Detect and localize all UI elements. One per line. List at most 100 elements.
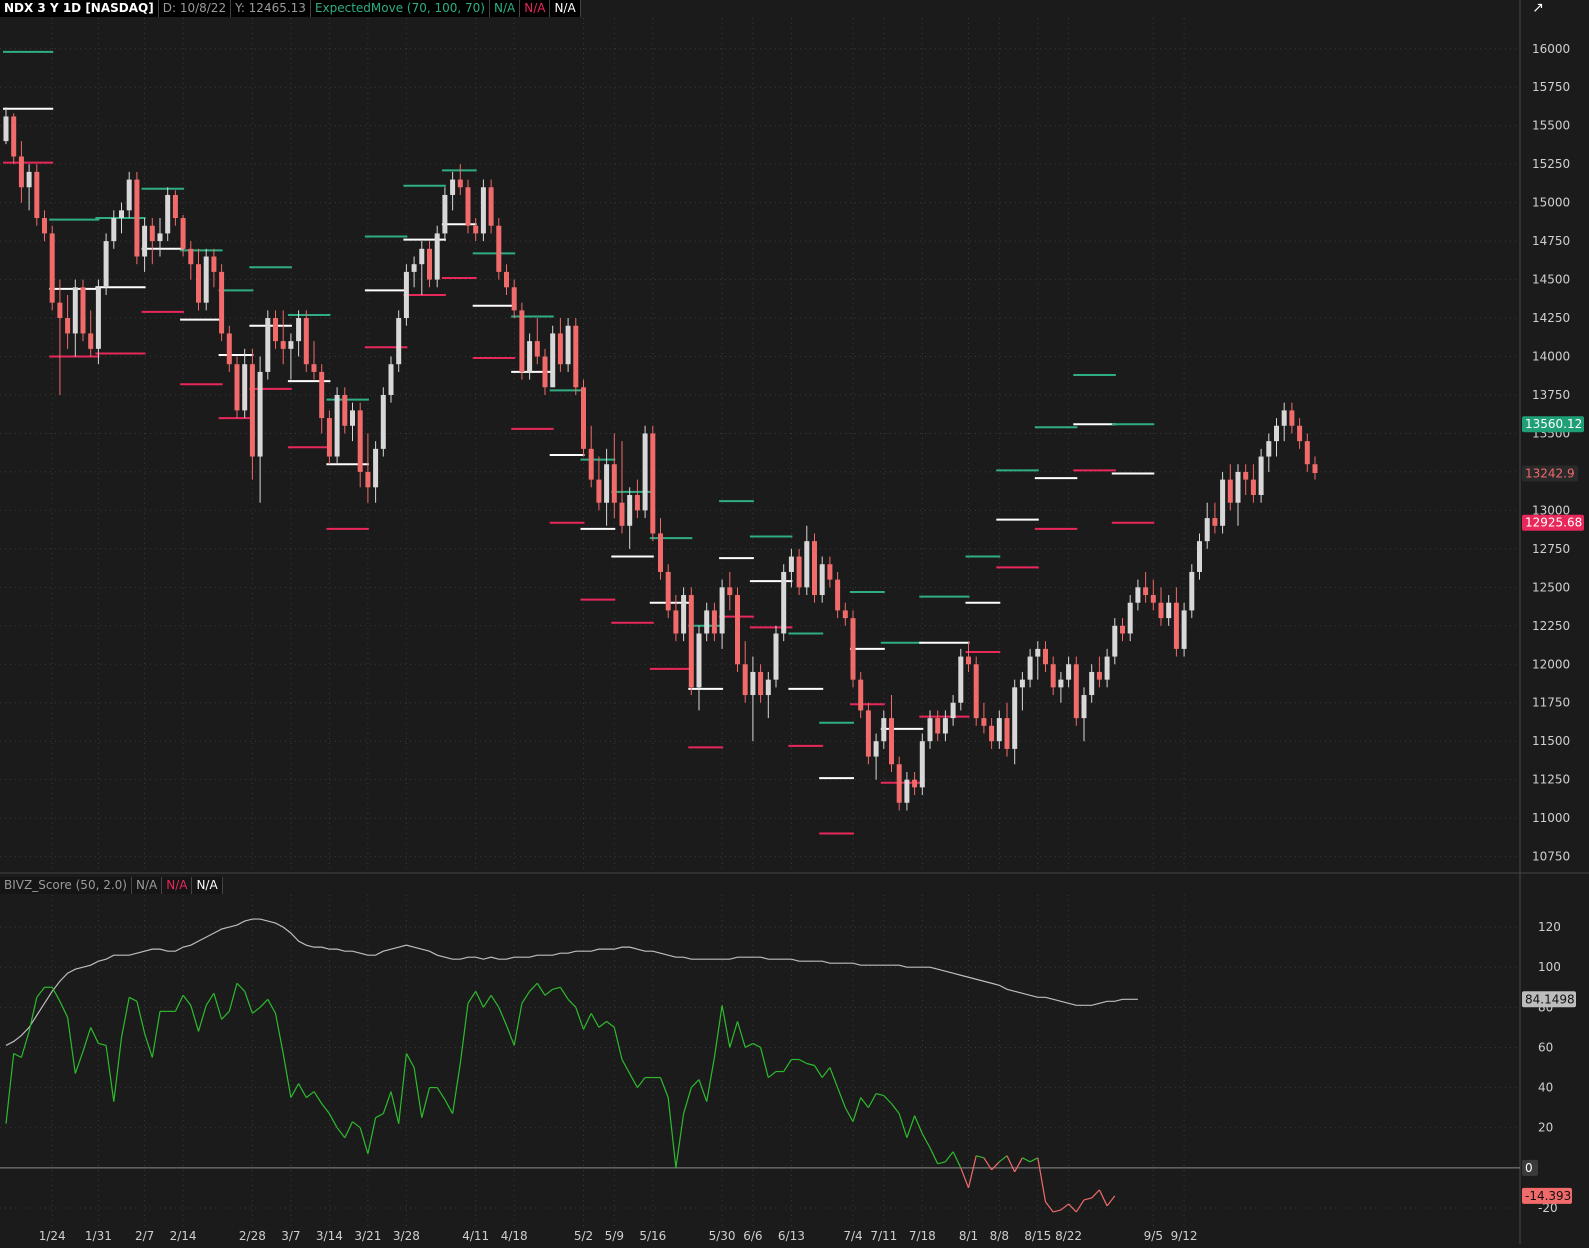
candle-body bbox=[326, 418, 332, 457]
candle-body bbox=[796, 556, 802, 588]
osc-value-2: N/A bbox=[162, 877, 193, 894]
price-tick-label: 14000 bbox=[1532, 350, 1570, 364]
candle-body bbox=[411, 264, 417, 272]
candle-body bbox=[788, 556, 794, 572]
candle-body bbox=[935, 718, 941, 734]
osc-header: BIVZ_Score (50, 2.0) N/A N/A N/A bbox=[0, 877, 223, 894]
date-tick-label: 6/6 bbox=[743, 1229, 762, 1243]
candle-body bbox=[658, 533, 663, 572]
symbol-label[interactable]: NDX 3 Y 1D [NASDAQ] bbox=[0, 0, 159, 17]
candle-body bbox=[273, 318, 278, 342]
candle-body bbox=[226, 333, 232, 365]
price-tick-label: 15000 bbox=[1532, 196, 1570, 210]
price-tick-label: 11000 bbox=[1532, 811, 1570, 825]
price-tick-label: 15250 bbox=[1532, 157, 1570, 171]
candle-body bbox=[1150, 595, 1156, 603]
candle-body bbox=[1289, 410, 1295, 426]
candle-body bbox=[596, 479, 602, 503]
main-header: NDX 3 Y 1D [NASDAQ] D: 10/8/22 Y: 12465.… bbox=[0, 0, 581, 17]
price-tick-label: 12250 bbox=[1532, 619, 1570, 633]
candle-body bbox=[1274, 425, 1279, 442]
price-tick-label: 12000 bbox=[1532, 657, 1570, 671]
candle-body bbox=[1297, 425, 1303, 442]
date-tick-label: 5/16 bbox=[639, 1229, 666, 1243]
candle-body bbox=[904, 779, 910, 803]
candle-body bbox=[350, 410, 355, 426]
candle-body bbox=[388, 364, 394, 395]
candle-body bbox=[1081, 695, 1087, 719]
date-tick-label: 4/11 bbox=[462, 1229, 489, 1243]
candle-body bbox=[688, 595, 694, 688]
osc-tick-label: 100 bbox=[1538, 960, 1561, 974]
candle-body bbox=[65, 318, 71, 334]
candle-body bbox=[873, 741, 879, 757]
candle-body bbox=[1158, 602, 1164, 619]
price-tick-label: 12500 bbox=[1532, 580, 1570, 594]
candle-body bbox=[111, 218, 117, 242]
candle-body bbox=[942, 718, 948, 734]
candle-body bbox=[1058, 679, 1064, 688]
candle-body bbox=[3, 116, 9, 142]
osc-study-label[interactable]: BIVZ_Score (50, 2.0) bbox=[0, 877, 132, 894]
price-panel bbox=[0, 18, 1520, 872]
osc-value-3: N/A bbox=[192, 877, 223, 894]
candle-body bbox=[311, 364, 317, 372]
candle-body bbox=[42, 218, 47, 234]
candle-body bbox=[565, 325, 571, 365]
candle-body bbox=[996, 718, 1002, 742]
candle-body bbox=[1197, 541, 1202, 572]
candle-body bbox=[280, 341, 286, 349]
candle-body bbox=[827, 564, 833, 580]
candle-body bbox=[1258, 456, 1264, 496]
chart-root: 16000 15750 15500 15250 15000 14750 14500 14250… bbox=[0, 0, 1589, 1244]
em-lower-badge: 12925.68 bbox=[1522, 514, 1584, 531]
candle-body bbox=[627, 495, 633, 526]
candle-body bbox=[57, 302, 63, 319]
osc-tick-label: 40 bbox=[1538, 1081, 1553, 1095]
candle-body bbox=[1050, 664, 1056, 688]
price-tick-label: 16000 bbox=[1532, 42, 1570, 56]
date-tick-label: 5/9 bbox=[605, 1229, 624, 1243]
candle-body bbox=[26, 171, 32, 188]
study-value-3: N/A bbox=[550, 0, 581, 17]
candle-body bbox=[1066, 664, 1072, 680]
chart-svg: 16000 15750 15500 15250 15000 14750 14500 14250… bbox=[0, 0, 1589, 1244]
candle-body bbox=[1135, 587, 1141, 603]
candle-body bbox=[896, 764, 902, 803]
date-tick-label: 3/28 bbox=[393, 1229, 420, 1243]
candle-body bbox=[357, 410, 363, 472]
candle-body bbox=[1019, 679, 1025, 688]
candle-body bbox=[1204, 518, 1210, 542]
osc-score-badge: -14.393 bbox=[1522, 1187, 1572, 1204]
candle-body bbox=[380, 394, 386, 449]
candle-body bbox=[1266, 441, 1272, 457]
candle-body bbox=[1096, 671, 1102, 680]
date-tick-label: 7/4 bbox=[843, 1229, 862, 1243]
candle-body bbox=[650, 433, 656, 534]
drawing-tool-icon[interactable]: ↗ bbox=[1523, 0, 1553, 17]
candle-body bbox=[519, 310, 525, 372]
candle-body bbox=[49, 233, 55, 303]
study-label[interactable]: ExpectedMove (70, 100, 70) bbox=[311, 0, 490, 17]
candle-body bbox=[527, 341, 533, 372]
candle-body bbox=[1281, 410, 1287, 426]
price-tick-label: 14750 bbox=[1532, 234, 1570, 248]
candle-body bbox=[419, 248, 425, 265]
candle-body bbox=[249, 364, 255, 457]
candle-body bbox=[842, 610, 848, 619]
candle-body bbox=[681, 595, 687, 634]
date-tick-label: 1/24 bbox=[39, 1229, 66, 1243]
candle-body bbox=[219, 271, 225, 334]
candle-body bbox=[1104, 656, 1110, 680]
date-tick-label: 1/31 bbox=[85, 1229, 112, 1243]
date-tick-label: 9/5 bbox=[1144, 1229, 1163, 1243]
candle-body bbox=[288, 341, 294, 349]
candle-body bbox=[488, 187, 494, 226]
candle-body bbox=[188, 248, 194, 265]
candle-body bbox=[1012, 687, 1018, 749]
candle-body bbox=[1189, 571, 1195, 611]
candle-body bbox=[1304, 441, 1310, 465]
candle-body bbox=[1043, 648, 1048, 665]
candle-body bbox=[334, 394, 340, 457]
osc-zero-badge: 0 bbox=[1522, 1159, 1538, 1176]
